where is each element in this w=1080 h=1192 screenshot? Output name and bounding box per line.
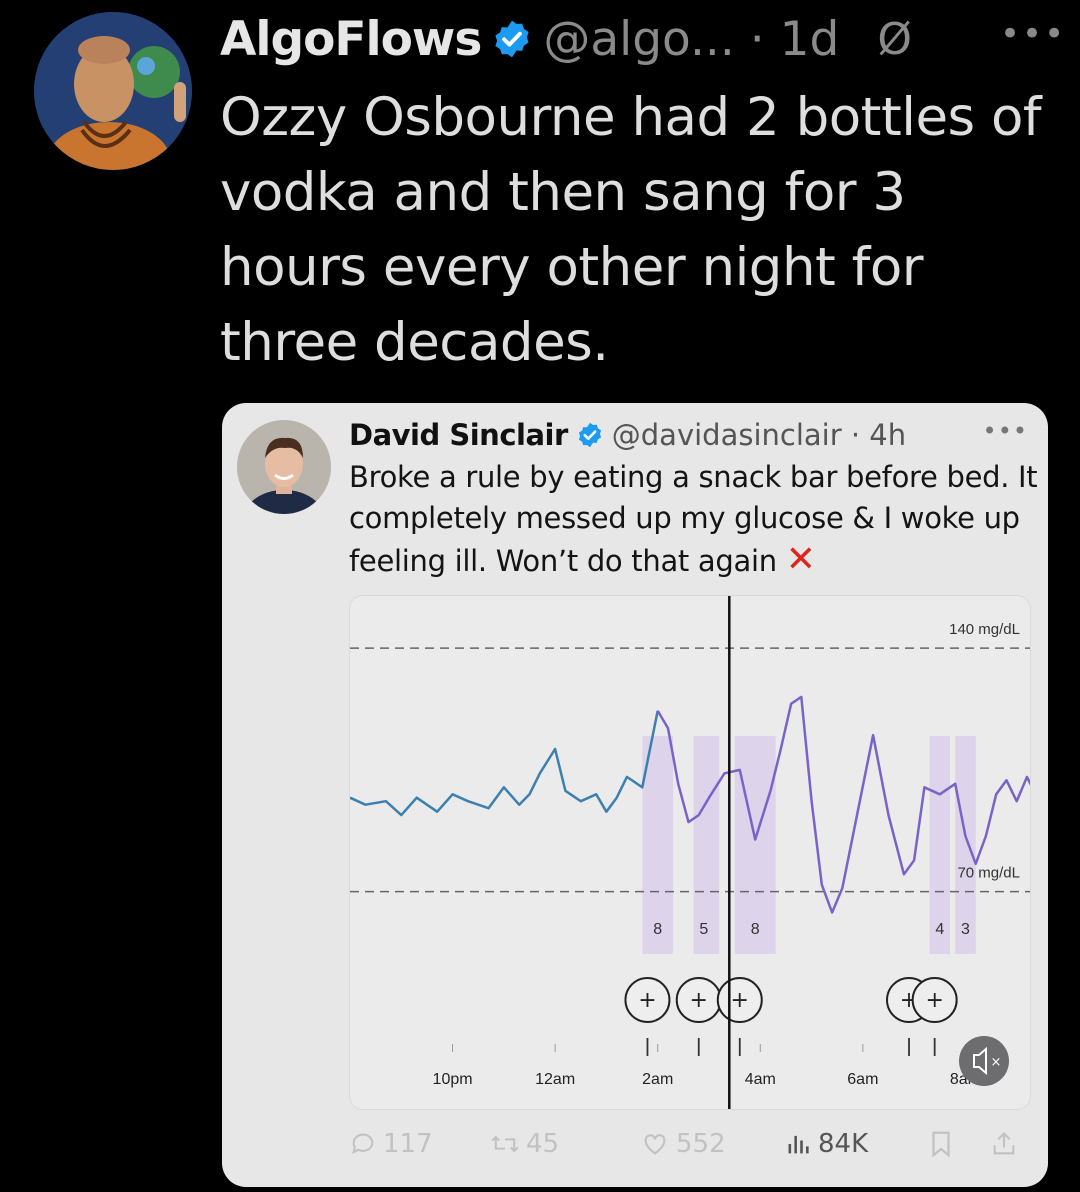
bookmark-icon [932, 1131, 950, 1158]
x-tick-label: 2am [642, 1071, 673, 1088]
carb-count-label: 4 [935, 921, 944, 938]
carb-count-label: 5 [699, 921, 708, 938]
x-tick-label: 12am [535, 1071, 575, 1088]
x-tick-label: 4am [745, 1071, 776, 1088]
glucose-chart-svg: 140 mg/dL70 mg/dL8 5 8 4 3+ + + + +10pm 12am 2am 4a… [350, 596, 1030, 1109]
plus-icon: + [690, 988, 708, 1013]
mute-x-icon: × [991, 1055, 1002, 1070]
author-name[interactable]: AlgoFlows [220, 12, 482, 67]
like-count: 552 [676, 1129, 726, 1159]
glucose-chart[interactable]: 140 mg/dL 70 mg/dL 8 5 8 4 3 + + + + +10pm 12am 2am 4a… [349, 595, 1031, 1110]
share-icon [993, 1132, 1015, 1155]
retweet-button[interactable]: 45 [490, 1129, 559, 1159]
lower-threshold-label: 70 mg/dL [957, 865, 1020, 882]
carb-count-label: 8 [653, 921, 662, 938]
reply-count: 117 [383, 1129, 433, 1159]
quoted-author-avatar[interactable] [237, 420, 331, 514]
x-tick-label: 6am [847, 1071, 878, 1088]
quoted-tweet-card[interactable]: David Sinclair @davidasinclair · 4h ••• … [222, 403, 1048, 1187]
verified-badge-icon [495, 20, 529, 58]
retweet-count: 45 [526, 1129, 560, 1159]
views-bar-chart-icon [788, 1135, 809, 1154]
bookmark-button[interactable] [928, 1129, 960, 1159]
quoted-tweet-text: Broke a rule by eating a snack bar befor… [349, 457, 1039, 582]
quoted-more-options-icon[interactable]: ••• [983, 417, 1028, 445]
tweet-header: AlgoFlows @algo... · 1d Ø [220, 10, 912, 68]
more-options-icon[interactable]: ••• [1000, 14, 1066, 54]
no-sign-icon: Ø [877, 13, 912, 65]
author-avatar[interactable] [34, 12, 192, 170]
quoted-handle-and-time: @davidasinclair · 4h [611, 418, 907, 452]
mute-button[interactable] [959, 1036, 1009, 1086]
plus-icon: + [925, 988, 943, 1013]
handle-and-time: @algo... · 1d [543, 11, 840, 67]
quoted-header: David Sinclair @davidasinclair · 4h [349, 415, 906, 455]
red-cross-icon: ✕ [785, 539, 816, 580]
reply-icon [352, 1133, 374, 1155]
carb-count-label: 3 [961, 921, 970, 938]
views-button[interactable]: 84K [784, 1129, 868, 1159]
retweet-icon [491, 1135, 519, 1153]
tweet-text: Ozzy Osbourne had 2 bottles of vodka and… [220, 87, 1042, 373]
upper-threshold-label: 140 mg/dL [949, 621, 1020, 638]
like-button[interactable]: 552 [640, 1129, 726, 1159]
quoted-text-body: Broke a rule by eating a snack bar befor… [349, 460, 1038, 578]
share-button[interactable] [990, 1129, 1024, 1159]
plus-icon: + [638, 988, 656, 1013]
views-count: 84K [818, 1129, 869, 1159]
quoted-author-name[interactable]: David Sinclair [349, 418, 568, 452]
tweet-actions: 117 45 552 84K [222, 1121, 1048, 1171]
x-tick-label: 10pm [433, 1071, 473, 1088]
glucose-line-history [350, 710, 659, 817]
plus-icon: + [731, 988, 749, 1013]
heart-icon [644, 1134, 666, 1155]
reply-button[interactable]: 117 [349, 1129, 433, 1159]
verified-badge-icon [578, 422, 601, 448]
carb-count-label: 8 [751, 921, 760, 938]
